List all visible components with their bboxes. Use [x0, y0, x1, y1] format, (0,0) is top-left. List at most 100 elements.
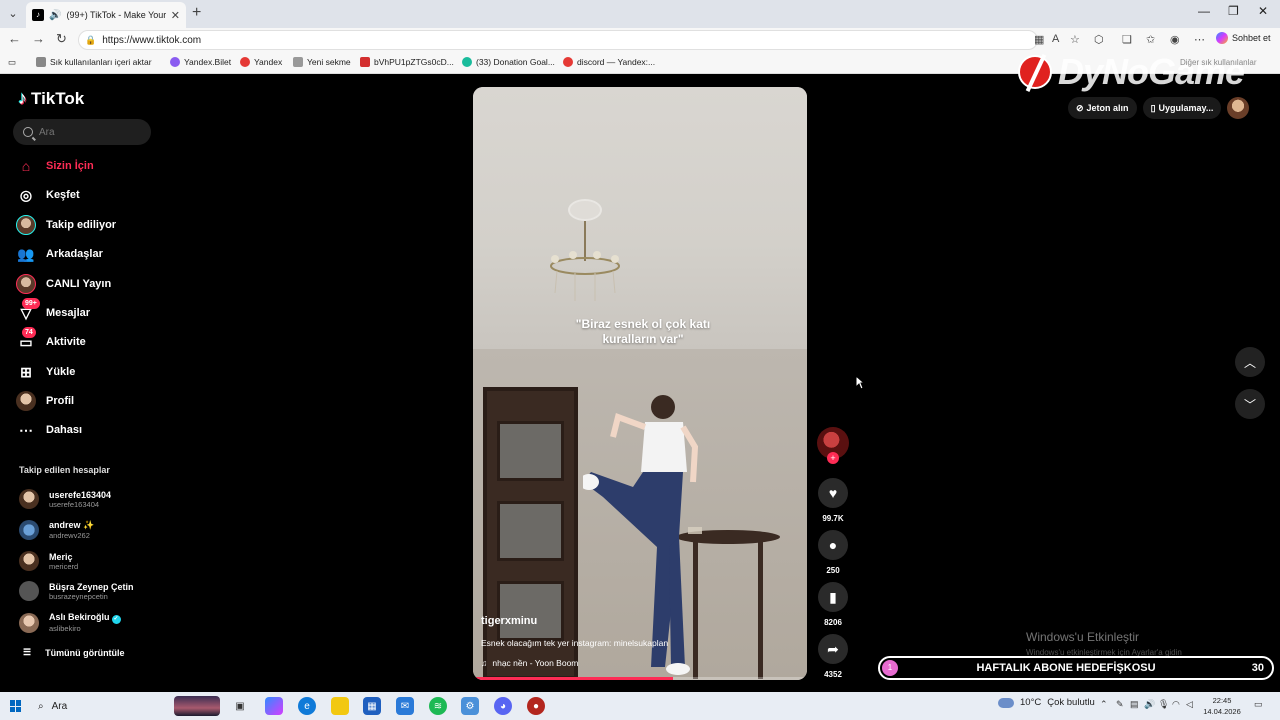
chevron-up-icon[interactable]: ⌃ [1100, 699, 1108, 710]
tab-actions-icon[interactable]: ⌄ [4, 5, 22, 23]
comment-count: 250 [826, 566, 840, 575]
creator-avatar[interactable]: + [817, 427, 849, 464]
translate-icon[interactable]: A [1052, 33, 1059, 45]
nav-activity[interactable]: ▭ 74 Aktivite [16, 327, 86, 354]
forward-icon[interactable]: → [32, 31, 45, 46]
top-right-controls: ⊘ Jeton alın ▯ Uygulamay... [1068, 96, 1250, 120]
nav-label: Sizin İçin [46, 160, 94, 172]
nav-explore[interactable]: ◎ Keşfet [16, 183, 80, 207]
taskbar-clock[interactable]: 22:45 14.04.2026 [1200, 695, 1244, 717]
favorite-star-icon[interactable]: ☆ [1070, 33, 1080, 46]
settings-app-icon[interactable]: ⚙ [461, 697, 479, 715]
notifications-icon[interactable]: ▭ [1254, 699, 1263, 710]
following-account[interactable]: Aslı Bekiroğlu ✓ aslibekiro [19, 612, 121, 633]
nav-label: Yükle [46, 366, 76, 378]
weather-desc: Çok bulutlu [1047, 697, 1095, 708]
minimize-icon[interactable]: — [1198, 4, 1210, 18]
previous-video-button[interactable]: ︿ [1235, 347, 1265, 377]
door-image [483, 387, 578, 680]
share-icon: ➦ [827, 640, 839, 657]
taskbar-search[interactable]: ⌕ Ara [34, 696, 220, 716]
speaker-icon[interactable]: ◁ [1186, 699, 1193, 710]
favorites-icon[interactable]: ✩ [1146, 33, 1155, 46]
search-box[interactable] [13, 119, 151, 145]
discord-app-icon[interactable]: ◕ [494, 697, 512, 715]
close-tab-icon[interactable]: ✕ [171, 9, 180, 22]
nav-live[interactable]: CANLI Yayın [16, 272, 111, 296]
url-field[interactable]: 🔒 https://www.tiktok.com [78, 30, 1038, 50]
microphone-icon[interactable]: 🎙 [1158, 699, 1169, 710]
lock-icon: 🔒 [85, 34, 97, 45]
search-input[interactable] [39, 126, 139, 138]
video-username[interactable]: tigerxminu [481, 615, 537, 627]
new-tab-button[interactable]: + [192, 4, 201, 22]
following-account[interactable]: Büşra Zeynep Çetin busrazeynepcetin [19, 581, 134, 601]
avatar [19, 489, 39, 509]
nav-profile[interactable]: Profil [16, 389, 74, 413]
bookmark-new-tab[interactable]: Yeni sekme [293, 57, 351, 67]
more-options-icon[interactable]: ⋯ [1194, 33, 1205, 46]
nav-label: Arkadaşlar [46, 248, 103, 260]
following-account[interactable]: Meriç mericerd [19, 551, 78, 571]
following-account[interactable]: userefe163404 userefe163404 [19, 489, 111, 509]
weather-widget[interactable]: 10°C Çok bulutlu [998, 697, 1095, 708]
see-all-following[interactable]: ☰ Tümünü görüntüle [23, 647, 125, 658]
bookmark-import[interactable]: Sık kullanılanları içeri aktar [36, 57, 152, 67]
close-window-icon[interactable]: ✕ [1258, 4, 1268, 18]
maximize-icon[interactable]: ❐ [1228, 4, 1239, 18]
reader-view-icon[interactable]: ▦ [1034, 33, 1044, 46]
search-icon: ⌕ [38, 700, 44, 712]
bookmark-yandex[interactable]: Yandex [240, 57, 282, 67]
nav-messages[interactable]: ▽ 99+ Mesajlar [16, 298, 90, 325]
save-button[interactable]: ▮ [818, 582, 848, 612]
task-view-icon[interactable]: ▣ [231, 697, 249, 715]
copilot-button[interactable]: Sohbet et [1216, 32, 1271, 44]
reload-icon[interactable]: ↻ [56, 31, 67, 47]
get-app-button[interactable]: ▯ Uygulamay... [1142, 97, 1222, 119]
following-avatar-icon [16, 215, 36, 235]
pen-icon[interactable]: ✎ [1116, 699, 1124, 710]
nav-friends[interactable]: 👥 Arkadaşlar [16, 242, 103, 266]
tiktok-logo[interactable]: ♪ TikTok [18, 88, 84, 109]
nav-following[interactable]: Takip ediliyor [16, 213, 116, 237]
network-icon[interactable]: ▤ [1130, 699, 1139, 710]
nav-for-you[interactable]: ⌂ Sizin İçin [16, 154, 94, 178]
speaker-icon[interactable]: 🔊 [49, 10, 61, 21]
browser-tab-bar: ⌄ ♪ 🔊 (99+) TikTok - Make Your Day ✕ + —… [0, 0, 1280, 28]
store-app-icon[interactable]: ▦ [363, 697, 381, 715]
following-account[interactable]: andrew ✨ andrewv262 [19, 520, 94, 540]
windows-start-icon[interactable] [10, 700, 22, 712]
other-bookmarks[interactable]: Diğer sık kullanılanlar [1180, 58, 1256, 67]
share-button[interactable]: ➦ [818, 634, 848, 664]
volume-icon[interactable]: 🔊 [1144, 699, 1155, 710]
edge-app-icon[interactable]: e [298, 697, 316, 715]
copilot-app-icon[interactable] [265, 697, 283, 715]
nav-upload[interactable]: ⊞ Yükle [16, 360, 75, 384]
extensions-icon[interactable]: ⬡ [1094, 33, 1104, 46]
get-coins-button[interactable]: ⊘ Jeton alın [1068, 97, 1137, 119]
outlook-app-icon[interactable]: ✉ [396, 697, 414, 715]
bookmark-discord[interactable]: discord — Yandex:... [563, 57, 655, 67]
video-music[interactable]: ♫ nhạc nền - Yoon Boom [481, 658, 578, 668]
back-icon[interactable]: ← [8, 31, 21, 46]
obs-app-icon[interactable]: ● [527, 697, 545, 715]
comment-button[interactable]: ● [818, 530, 848, 560]
collections-icon[interactable]: ❏ [1122, 33, 1132, 46]
profile-icon[interactable]: ◉ [1170, 33, 1180, 46]
compass-icon: ◎ [19, 186, 33, 203]
next-video-button[interactable]: ﹀ [1235, 389, 1265, 419]
follow-plus-icon[interactable]: + [827, 452, 839, 464]
bookmark-yandex-bilet[interactable]: Yandex.Bilet [170, 57, 231, 67]
video-progress-bar[interactable] [473, 677, 807, 680]
wifi-icon[interactable]: ◠ [1172, 699, 1180, 710]
video-player[interactable]: "Biraz esnek ol çok katı kuralların var"… [473, 87, 807, 680]
browser-tab[interactable]: ♪ 🔊 (99+) TikTok - Make Your Day ✕ [26, 2, 186, 28]
file-explorer-icon[interactable] [331, 697, 349, 715]
bookmark-document[interactable]: bVhPU1pZTGs0cD... [360, 57, 454, 67]
nav-more[interactable]: ⋯ Dahası [16, 418, 82, 442]
spotify-app-icon[interactable]: ≋ [429, 697, 447, 715]
user-avatar[interactable] [1227, 97, 1250, 119]
bookmark-donation-goal[interactable]: (33) Donation Goal... [462, 57, 555, 67]
like-button[interactable]: ♥ [818, 478, 848, 508]
bookmarks-menu-icon[interactable]: ▭ [8, 57, 16, 68]
